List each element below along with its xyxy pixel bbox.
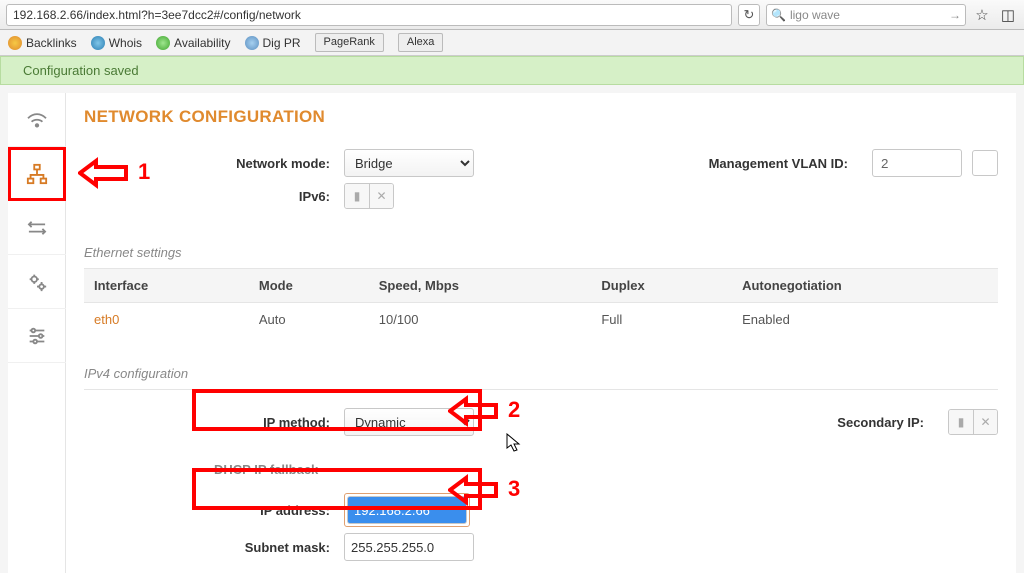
search-text: ligo wave xyxy=(790,8,840,22)
vlan-input[interactable] xyxy=(872,149,962,177)
ipv6-label: IPv6: xyxy=(214,189,344,204)
sidebar-item-services[interactable] xyxy=(8,255,66,309)
table-row[interactable]: eth0 Auto 10/100 Full Enabled xyxy=(84,303,998,337)
secondary-ip-label: Secondary IP: xyxy=(837,415,938,430)
ip-address-label: IP address: xyxy=(214,503,344,518)
ip-method-select[interactable]: Dynamic xyxy=(344,408,474,436)
sidebar-item-system[interactable] xyxy=(8,309,66,363)
bookmark-alexa[interactable]: Alexa xyxy=(398,33,444,52)
subnet-mask-input[interactable] xyxy=(344,533,474,561)
sliders-icon xyxy=(26,325,48,347)
search-icon: 🔍 xyxy=(771,8,786,22)
gears-icon xyxy=(26,271,48,293)
ipv6-toggle[interactable]: ▮ ✕ xyxy=(344,183,394,209)
bookmark-pagerank[interactable]: PageRank xyxy=(315,33,384,52)
ip-method-label: IP method: xyxy=(214,415,344,430)
toggle-on-icon: ▮ xyxy=(949,410,973,434)
check-icon xyxy=(156,36,170,50)
sidebar-item-network[interactable] xyxy=(8,147,66,201)
page-title: NETWORK CONFIGURATION xyxy=(84,107,998,127)
network-mode-label: Network mode: xyxy=(214,156,344,171)
link-icon xyxy=(8,36,22,50)
bookmark-whois[interactable]: Whois xyxy=(91,36,142,50)
ethernet-table: Interface Mode Speed, Mbps Duplex Autone… xyxy=(84,269,998,336)
col-interface: Interface xyxy=(84,269,249,303)
bookmark-star-icon[interactable]: ☆ xyxy=(972,5,992,25)
secondary-ip-toggle[interactable]: ▮ ✕ xyxy=(948,409,998,435)
network-icon xyxy=(26,163,48,185)
network-nodes-icon xyxy=(245,36,259,50)
wifi-icon xyxy=(26,111,48,129)
success-banner: Configuration saved xyxy=(0,56,1024,85)
cursor-icon xyxy=(506,433,522,453)
bookmark-availability[interactable]: Availability xyxy=(156,36,230,50)
col-duplex: Duplex xyxy=(591,269,732,303)
vlan-label: Management VLAN ID: xyxy=(709,156,862,171)
sidebar-item-wireless[interactable] xyxy=(8,93,66,147)
ip-address-input[interactable] xyxy=(347,496,467,524)
col-speed: Speed, Mbps xyxy=(369,269,592,303)
arrows-horizontal-icon xyxy=(26,219,48,237)
url-bar[interactable]: 192.168.2.66/index.html?h=3ee7dcc2#/conf… xyxy=(6,4,732,26)
reload-icon: ↻ xyxy=(744,7,755,23)
toggle-on-icon: ▮ xyxy=(345,184,369,208)
bookmark-backlinks[interactable]: Backlinks xyxy=(8,36,77,50)
go-arrow-icon: → xyxy=(949,8,961,22)
dhcp-fallback-header: DHCP IP fallback xyxy=(84,442,998,487)
sidebar xyxy=(8,93,66,573)
ethernet-section-header: Ethernet settings xyxy=(84,215,998,269)
sidebar-toggle-icon[interactable]: ◫ xyxy=(998,5,1018,25)
reload-button[interactable]: ↻ xyxy=(738,4,760,26)
sidebar-item-traffic[interactable] xyxy=(8,201,66,255)
vlan-checkbox[interactable] xyxy=(972,150,998,176)
interface-link[interactable]: eth0 xyxy=(84,303,249,337)
browser-search-input[interactable]: 🔍 ligo wave → xyxy=(766,4,966,26)
subnet-mask-label: Subnet mask: xyxy=(214,540,344,555)
globe-icon xyxy=(91,36,105,50)
bookmarks-bar: Backlinks Whois Availability Dig PR Page… xyxy=(0,30,1024,56)
col-autoneg: Autonegotiation xyxy=(732,269,998,303)
toggle-off-icon: ✕ xyxy=(973,410,997,434)
bookmark-digpr[interactable]: Dig PR xyxy=(245,36,301,50)
ipv4-section-header: IPv4 configuration xyxy=(84,336,998,390)
network-mode-select[interactable]: Bridge xyxy=(344,149,474,177)
toggle-off-icon: ✕ xyxy=(369,184,393,208)
col-mode: Mode xyxy=(249,269,369,303)
